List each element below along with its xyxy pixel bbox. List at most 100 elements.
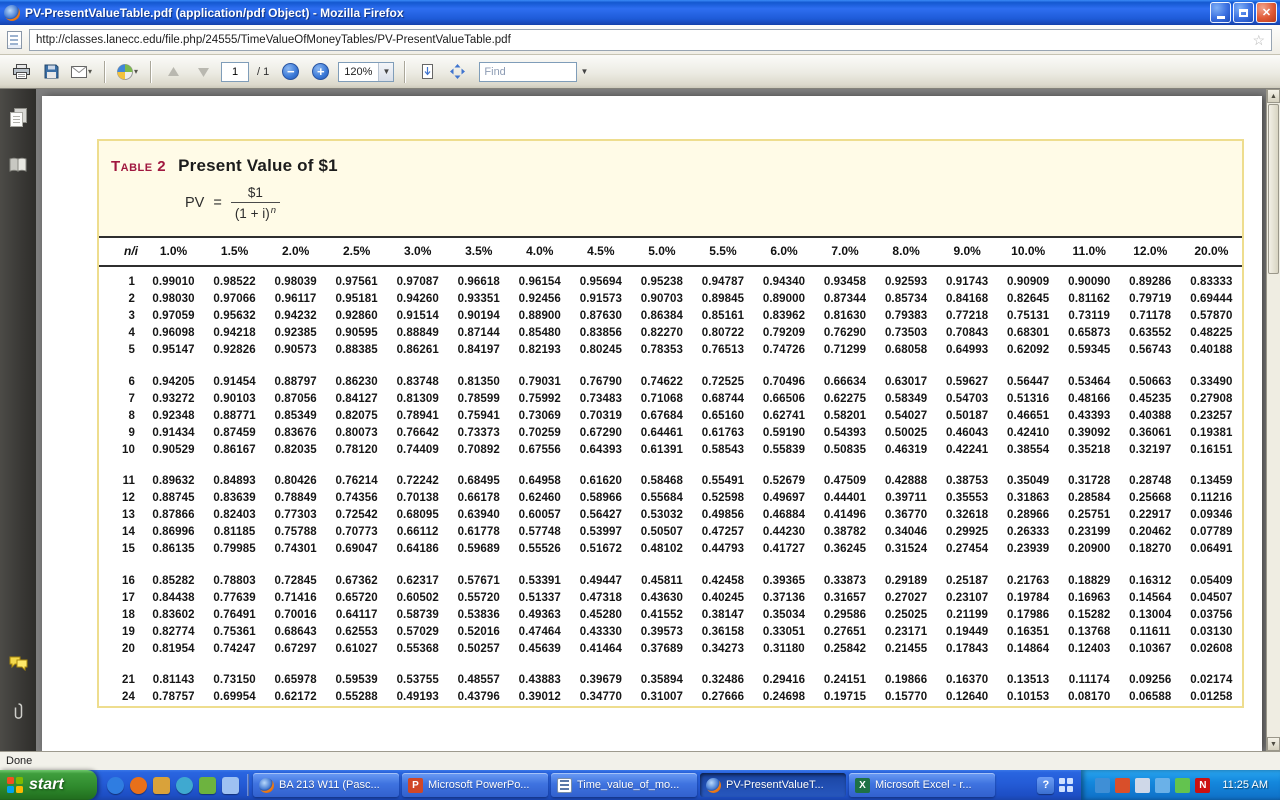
- cell-pv-factor: 0.13768: [1059, 623, 1120, 640]
- scrollbar-thumb[interactable]: [1268, 104, 1279, 274]
- messenger-icon[interactable]: [1175, 778, 1190, 793]
- scroll-up-button[interactable]: ▲: [1267, 89, 1280, 103]
- cell-pv-factor: 0.76790: [570, 359, 631, 391]
- cell-pv-factor: 0.90090: [1059, 266, 1120, 291]
- taskbar-task[interactable]: Time_value_of_mo...: [551, 773, 697, 797]
- maximize-button[interactable]: [1233, 2, 1254, 23]
- cell-pv-factor: 0.41496: [815, 507, 876, 524]
- scroll-mode-button[interactable]: [415, 59, 440, 84]
- cell-pv-factor: 0.50257: [448, 640, 509, 657]
- firefox-icon[interactable]: [130, 777, 147, 794]
- header-cell-rate: 5.0%: [631, 238, 692, 266]
- norton-icon[interactable]: N: [1195, 778, 1210, 793]
- cell-pv-factor: 0.95694: [570, 266, 631, 291]
- cell-pv-factor: 0.95181: [326, 291, 387, 308]
- zoom-level-dropdown[interactable]: 120% ▼: [338, 62, 394, 82]
- taskbar-clock[interactable]: 11:25 AM: [1222, 779, 1268, 791]
- taskbar-task[interactable]: Microsoft Excel - r...: [849, 773, 995, 797]
- cell-pv-factor: 0.13513: [998, 657, 1059, 689]
- cell-pv-factor: 0.55288: [326, 689, 387, 706]
- volume-icon[interactable]: [1135, 778, 1150, 793]
- taskbar-task[interactable]: BA 213 W11 (Pasc...: [253, 773, 399, 797]
- collaborate-button[interactable]: ▾: [115, 59, 140, 84]
- start-button[interactable]: start: [0, 770, 97, 800]
- document-icon[interactable]: [7, 31, 22, 49]
- cell-pv-factor: 0.81309: [387, 390, 448, 407]
- table-row: 30.970590.956320.942320.928600.915140.90…: [99, 308, 1242, 325]
- cell-pv-factor: 0.65160: [692, 407, 753, 424]
- email-button[interactable]: ▾: [69, 59, 94, 84]
- email-icon[interactable]: [153, 777, 170, 794]
- cell-pv-factor: 0.36245: [815, 541, 876, 558]
- vertical-scrollbar[interactable]: ▲ ▼: [1266, 89, 1280, 751]
- next-page-button[interactable]: [191, 59, 216, 84]
- header-cell-rate: 12.0%: [1120, 238, 1181, 266]
- zoom-in-button[interactable]: +: [308, 59, 333, 84]
- cell-pv-factor: 0.78599: [448, 390, 509, 407]
- cell-pv-factor: 0.90573: [265, 342, 326, 359]
- cell-pv-factor: 0.64958: [509, 458, 570, 490]
- scrollbar-track[interactable]: [1267, 275, 1280, 737]
- minimize-button[interactable]: [1210, 2, 1231, 23]
- cell-pv-factor: 0.62553: [326, 623, 387, 640]
- cell-pv-factor: 0.27666: [692, 689, 753, 706]
- bookmarks-panel-button[interactable]: [6, 153, 30, 177]
- cell-pv-factor: 0.46651: [998, 407, 1059, 424]
- url-field[interactable]: http://classes.lanecc.edu/file.php/24555…: [29, 29, 1272, 51]
- cell-pv-factor: 0.32197: [1120, 441, 1181, 458]
- previous-page-button[interactable]: [161, 59, 186, 84]
- cell-pv-factor: 0.87459: [204, 424, 265, 441]
- cell-pv-factor: 0.43330: [570, 623, 631, 640]
- comments-panel-button[interactable]: [6, 651, 30, 675]
- network-icon[interactable]: [1155, 778, 1170, 793]
- taskbar-task[interactable]: PV-PresentValueT...: [700, 773, 846, 797]
- cell-pv-factor: 0.42458: [692, 558, 753, 590]
- cell-pv-factor: 0.78120: [326, 441, 387, 458]
- messenger-icon[interactable]: [199, 777, 216, 794]
- cell-pv-factor: 0.98522: [204, 266, 265, 291]
- taskbar-task[interactable]: Microsoft PowerPo...: [402, 773, 548, 797]
- cell-period: 5: [99, 342, 143, 359]
- pdf-page-area[interactable]: Table 2 Present Value of $1 PV = $1 (1 +…: [36, 89, 1266, 751]
- page-number-input[interactable]: [221, 62, 249, 82]
- display-icon[interactable]: [1095, 778, 1110, 793]
- dots-icon[interactable]: [1059, 778, 1073, 792]
- cell-pv-factor: 0.38753: [937, 458, 998, 490]
- cell-pv-factor: 0.20462: [1120, 524, 1181, 541]
- cell-pv-factor: 0.81185: [204, 524, 265, 541]
- cell-pv-factor: 0.79985: [204, 541, 265, 558]
- chevron-down-icon[interactable]: ▼: [378, 63, 393, 81]
- cell-pv-factor: 0.55684: [631, 490, 692, 507]
- security-shield-icon[interactable]: [1115, 778, 1130, 793]
- help-button[interactable]: ?: [1037, 777, 1054, 794]
- show-desktop-icon[interactable]: [222, 777, 239, 794]
- cell-pv-factor: 0.56743: [1120, 342, 1181, 359]
- cell-period: 7: [99, 390, 143, 407]
- cell-pv-factor: 0.43393: [1059, 407, 1120, 424]
- cell-pv-factor: 0.87866: [143, 507, 204, 524]
- url-text[interactable]: http://classes.lanecc.edu/file.php/24555…: [36, 34, 511, 46]
- close-button[interactable]: ✕: [1256, 2, 1277, 23]
- find-input[interactable]: [479, 62, 577, 82]
- print-button[interactable]: [9, 59, 34, 84]
- fullscreen-button[interactable]: [445, 59, 470, 84]
- cell-pv-factor: 0.50663: [1120, 359, 1181, 391]
- cell-pv-factor: 0.64461: [631, 424, 692, 441]
- cell-pv-factor: 0.41464: [570, 640, 631, 657]
- task-label: BA 213 W11 (Pasc...: [279, 779, 380, 791]
- bookmark-star-icon[interactable]: ☆: [1252, 33, 1265, 47]
- cell-pv-factor: 0.04507: [1181, 589, 1242, 606]
- cell-pv-factor: 0.60502: [387, 589, 448, 606]
- cell-pv-factor: 0.55368: [387, 640, 448, 657]
- scroll-down-button[interactable]: ▼: [1267, 737, 1280, 751]
- cell-pv-factor: 0.70138: [387, 490, 448, 507]
- cell-pv-factor: 0.87630: [570, 308, 631, 325]
- save-button[interactable]: [39, 59, 64, 84]
- table-row: 160.852820.788030.728450.673620.623170.5…: [99, 558, 1242, 590]
- find-dropdown-button[interactable]: ▼: [577, 62, 591, 82]
- attachments-panel-button[interactable]: [6, 699, 30, 723]
- internet-explorer-icon[interactable]: [107, 777, 124, 794]
- pages-panel-button[interactable]: [6, 105, 30, 129]
- media-player-icon[interactable]: [176, 777, 193, 794]
- zoom-out-button[interactable]: −: [278, 59, 303, 84]
